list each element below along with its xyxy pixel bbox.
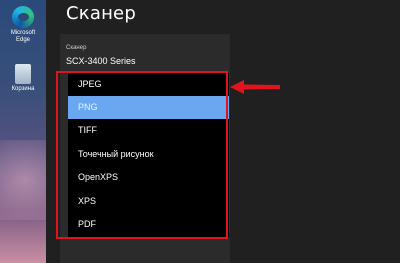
edge-icon — [12, 6, 34, 28]
file-type-option-pdf[interactable]: PDF — [68, 213, 229, 236]
page-title: Сканер — [66, 3, 136, 24]
file-type-option-xps[interactable]: XPS — [68, 190, 229, 213]
file-type-option-bitmap[interactable]: Точечный рисунок — [68, 143, 229, 166]
annotation-arrow-icon — [230, 80, 280, 94]
desktop-icon-recycle-bin[interactable]: Корзина — [3, 64, 43, 93]
scanner-field-label: Сканер — [66, 45, 87, 51]
file-type-dropdown-list[interactable]: JPEG PNG TIFF Точечный рисунок OpenXPS X… — [68, 73, 229, 237]
file-type-option-tiff[interactable]: TIFF — [68, 119, 229, 142]
desktop-icon-label: Microsoft Edge — [10, 30, 36, 43]
file-type-option-openxps[interactable]: OpenXPS — [68, 166, 229, 189]
desktop-background: Microsoft Edge Корзина — [0, 0, 46, 263]
recycle-bin-icon — [15, 64, 31, 84]
file-type-option-jpeg[interactable]: JPEG — [68, 73, 229, 96]
file-type-option-png[interactable]: PNG — [68, 96, 229, 119]
settings-panel: Сканер SCX-3400 Series JPEG PNG TIFF Точ… — [60, 34, 230, 263]
scanner-app-window: Сканер Сканер SCX-3400 Series JPEG PNG T… — [46, 0, 400, 263]
desktop-icon-label: Корзина — [11, 86, 35, 92]
scanner-device-name[interactable]: SCX-3400 Series — [66, 56, 136, 66]
wallpaper-glow — [0, 140, 46, 220]
desktop-icon-edge[interactable]: Microsoft Edge — [3, 6, 43, 44]
